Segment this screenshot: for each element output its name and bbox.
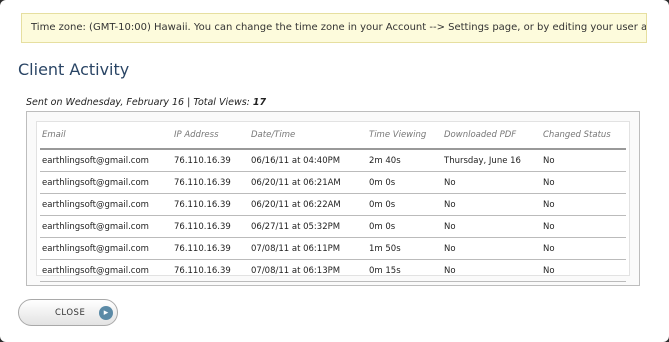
column-header-time-viewing: Time Viewing xyxy=(367,122,442,150)
cell-ip-address: 76.110.16.39 xyxy=(172,149,249,172)
cell-ip-address: 76.110.16.39 xyxy=(172,237,249,260)
page-title: Client Activity xyxy=(18,60,130,79)
table-row: earthlingsoft@gmail.com 76.110.16.39 06/… xyxy=(40,149,626,172)
cell-downloaded-pdf: No xyxy=(442,215,541,238)
cell-downloaded-pdf: No xyxy=(442,193,541,216)
cell-ip-address: 76.110.16.39 xyxy=(172,215,249,238)
table-header-row: Email IP Address Date/Time Time Viewing … xyxy=(40,122,626,150)
cell-email: earthlingsoft@gmail.com xyxy=(40,259,172,282)
cell-changed-status: No xyxy=(541,171,626,194)
sent-label: Sent on Wednesday, February 16 | Total V… xyxy=(26,97,253,108)
cell-email: earthlingsoft@gmail.com xyxy=(40,215,172,238)
activity-table-panel: Email IP Address Date/Time Time Viewing … xyxy=(36,121,630,282)
cell-time-viewing: 2m 40s xyxy=(367,149,442,172)
table-row: earthlingsoft@gmail.com 76.110.16.39 07/… xyxy=(40,259,626,282)
cell-date-time: 07/08/11 at 06:11PM xyxy=(249,237,367,260)
table-row: earthlingsoft@gmail.com 76.110.16.39 06/… xyxy=(40,171,626,194)
cell-email: earthlingsoft@gmail.com xyxy=(40,193,172,216)
cell-downloaded-pdf: Thursday, June 16 xyxy=(442,149,541,172)
cell-time-viewing: 0m 15s xyxy=(367,259,442,282)
table-row: earthlingsoft@gmail.com 76.110.16.39 07/… xyxy=(40,237,626,260)
close-button-label: CLOSE xyxy=(55,308,86,318)
column-header-email: Email xyxy=(40,122,172,150)
cell-changed-status: No xyxy=(541,215,626,238)
column-header-changed-status: Changed Status xyxy=(541,122,626,150)
client-activity-modal: Time zone: (GMT-10:00) Hawaii. You can c… xyxy=(0,0,669,342)
cell-date-time: 06/20/11 at 06:22AM xyxy=(249,193,367,216)
timezone-notice: Time zone: (GMT-10:00) Hawaii. You can c… xyxy=(21,13,647,43)
cell-date-time: 07/08/11 at 06:13PM xyxy=(249,259,367,282)
cell-changed-status: No xyxy=(541,259,626,282)
table-row: earthlingsoft@gmail.com 76.110.16.39 06/… xyxy=(40,193,626,216)
cell-email: earthlingsoft@gmail.com xyxy=(40,237,172,260)
arrow-right-circle-icon: ▸ xyxy=(99,306,113,320)
table-row: earthlingsoft@gmail.com 76.110.16.39 06/… xyxy=(40,215,626,238)
column-header-ip-address: IP Address xyxy=(172,122,249,150)
cell-time-viewing: 0m 0s xyxy=(367,193,442,216)
cell-ip-address: 76.110.16.39 xyxy=(172,259,249,282)
cell-downloaded-pdf: No xyxy=(442,259,541,282)
cell-time-viewing: 0m 0s xyxy=(367,171,442,194)
close-button[interactable]: CLOSE ▸ xyxy=(18,299,118,326)
cell-time-viewing: 1m 50s xyxy=(367,237,442,260)
cell-downloaded-pdf: No xyxy=(442,237,541,260)
cell-changed-status: No xyxy=(541,149,626,172)
cell-date-time: 06/16/11 at 04:40PM xyxy=(249,149,367,172)
activity-table: Email IP Address Date/Time Time Viewing … xyxy=(40,122,626,282)
cell-downloaded-pdf: No xyxy=(442,171,541,194)
column-header-downloaded-pdf: Downloaded PDF xyxy=(442,122,541,150)
cell-date-time: 06/20/11 at 06:21AM xyxy=(249,171,367,194)
cell-email: earthlingsoft@gmail.com xyxy=(40,171,172,194)
sent-summary: Sent on Wednesday, February 16 | Total V… xyxy=(26,97,266,108)
activity-table-frame: Email IP Address Date/Time Time Viewing … xyxy=(26,111,640,286)
total-views-count: 17 xyxy=(252,97,267,108)
cell-changed-status: No xyxy=(541,193,626,216)
cell-ip-address: 76.110.16.39 xyxy=(172,171,249,194)
cell-changed-status: No xyxy=(541,237,626,260)
cell-ip-address: 76.110.16.39 xyxy=(172,193,249,216)
cell-date-time: 06/27/11 at 05:32PM xyxy=(249,215,367,238)
cell-email: earthlingsoft@gmail.com xyxy=(40,149,172,172)
cell-time-viewing: 0m 0s xyxy=(367,215,442,238)
column-header-date-time: Date/Time xyxy=(249,122,367,150)
